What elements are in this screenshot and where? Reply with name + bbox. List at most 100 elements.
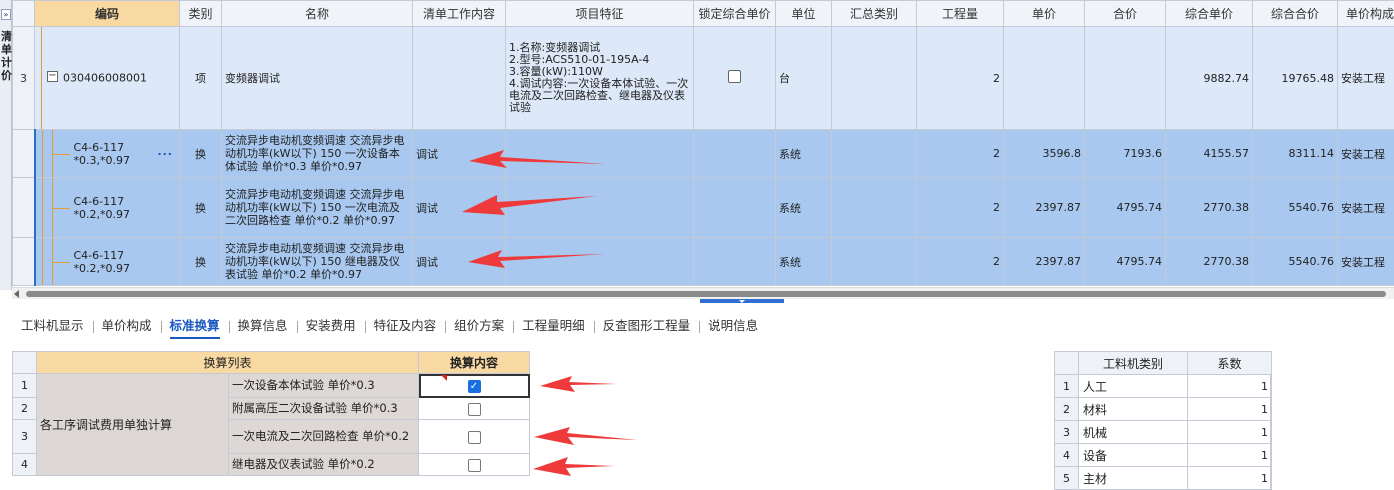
tab-labor-material-display[interactable]: 工料机显示 [12,312,93,340]
unit-price-cell[interactable] [1003,26,1085,130]
summary-category-cell[interactable] [831,26,917,130]
conversion-checkbox-cell[interactable] [418,397,530,420]
name-cell[interactable]: 交流异步电动机变频调速 交流异步电动机功率(kW以下) 150 一次电流及二次回… [221,177,413,238]
header-unit-price[interactable]: 单价 [1003,0,1085,27]
scrollbar-thumb[interactable] [26,291,1386,297]
header-name[interactable]: 名称 [221,0,413,27]
header-category[interactable]: 类别 [179,0,222,27]
tab-pricing-scheme[interactable]: 组价方案 [445,312,513,340]
unit-price-cell[interactable]: 2397.87 [1003,177,1085,238]
unit-cell[interactable]: 系统 [775,129,832,178]
conversion-checkbox[interactable] [467,430,481,444]
table-row[interactable]: C4-6-117 *0.2,*0.97 换 交流异步电动机变频调速 交流异步电动… [12,237,1394,286]
comp-total-price-cell[interactable]: 5540.76 [1252,237,1338,286]
tab-quantity-details[interactable]: 工程量明细 [513,312,594,340]
category-cell[interactable]: 项 [179,26,222,130]
table-row[interactable]: C4-6-117 *0.3,*0.97 ··· 换 交流异步电动机变频调速 交流… [12,129,1394,178]
category-cell[interactable]: 换 [179,177,222,238]
labor-row[interactable]: 5 主材 1 [1054,466,1272,490]
ellipsis-icon[interactable]: ··· [157,147,173,160]
features-cell[interactable] [505,177,694,238]
category-cell[interactable]: 换 [179,237,222,286]
quantity-cell[interactable]: 2 [916,177,1004,238]
coefficient-cell[interactable]: 1 [1187,443,1272,467]
unit-price-cell[interactable]: 2397.87 [1003,237,1085,286]
quantity-cell[interactable]: 2 [916,129,1004,178]
conversion-checkbox-checked[interactable]: ✓ [467,379,481,393]
conversion-checkbox-cell[interactable] [418,419,530,454]
coefficient-cell[interactable]: 1 [1187,374,1272,398]
comp-total-price-cell[interactable]: 5540.76 [1252,177,1338,238]
total-price-cell[interactable]: 4795.74 [1084,177,1166,238]
unit-cell[interactable]: 系统 [775,177,832,238]
comp-unit-price-cell[interactable]: 4155.57 [1165,129,1253,178]
tab-description[interactable]: 说明信息 [699,312,767,340]
name-cell[interactable]: 交流异步电动机变频调速 交流异步电动机功率(kW以下) 150 继电器及仪表试验… [221,237,413,286]
work-content-cell[interactable]: 调试 [412,237,506,286]
unit-cell[interactable]: 系统 [775,237,832,286]
features-cell[interactable]: 1.名称:变频器调试 2.型号:ACS510-01-195A-4 3.容量(kW… [505,26,694,130]
labor-row[interactable]: 4 设备 1 [1054,443,1272,467]
total-price-cell[interactable]: 4795.74 [1084,237,1166,286]
work-content-cell[interactable]: 调试 [412,177,506,238]
unit-price-cell[interactable]: 3596.8 [1003,129,1085,178]
conversion-checkbox[interactable] [467,458,481,472]
features-cell[interactable] [505,237,694,286]
conversion-checkbox-cell[interactable] [418,453,530,476]
price-file-cell[interactable]: 安装工程 [1337,26,1394,130]
tab-install-fees[interactable]: 安装费用 [296,312,365,340]
code-cell[interactable]: C4-6-117 *0.2,*0.97 [33,177,180,238]
total-price-cell[interactable]: 7193.6 [1084,129,1166,178]
header-lock-price[interactable]: 锁定综合单价 [693,0,776,27]
comp-unit-price-cell[interactable]: 9882.74 [1165,26,1253,130]
header-total-price[interactable]: 合价 [1084,0,1166,27]
coefficient-cell[interactable]: 1 [1187,397,1272,421]
tab-standard-conversion[interactable]: 标准换算 [160,312,229,340]
tab-unit-price-composition[interactable]: 单价构成 [92,312,161,340]
conversion-checkbox[interactable] [467,402,481,416]
header-comp-unit-price[interactable]: 综合单价 [1165,0,1253,27]
coefficient-cell[interactable]: 1 [1187,466,1272,490]
header-unit[interactable]: 单位 [775,0,832,27]
quantity-cell[interactable]: 2 [916,237,1004,286]
header-comp-total-price[interactable]: 综合合价 [1252,0,1338,27]
scroll-left-icon[interactable] [14,290,19,298]
collapse-icon[interactable]: − [47,71,58,82]
header-work-content[interactable]: 清单工作内容 [412,0,506,27]
features-cell[interactable] [505,129,694,178]
horizontal-scrollbar[interactable] [12,287,1394,299]
work-content-cell[interactable] [412,26,506,130]
price-file-cell[interactable]: 安装工程 [1337,177,1394,238]
code-cell[interactable]: C4-6-117 *0.2,*0.97 [33,237,180,286]
comp-total-price-cell[interactable]: 19765.48 [1252,26,1338,130]
comp-unit-price-cell[interactable]: 2770.38 [1165,177,1253,238]
expand-panel-button[interactable]: » [1,9,11,20]
summary-category-cell[interactable] [831,129,917,178]
name-cell[interactable]: 变频器调试 [221,26,413,130]
labor-row[interactable]: 2 材料 1 [1054,397,1272,421]
lock-price-cell[interactable] [693,237,776,286]
summary-category-cell[interactable] [831,237,917,286]
header-quantity[interactable]: 工程量 [916,0,1004,27]
code-cell[interactable]: − 030406008001 [34,26,180,130]
table-row[interactable]: C4-6-117 *0.2,*0.97 换 交流异步电动机变频调速 交流异步电动… [12,177,1394,238]
lock-price-checkbox[interactable] [728,70,741,83]
tab-conversion-info[interactable]: 换算信息 [228,312,297,340]
summary-category-cell[interactable] [831,177,917,238]
conversion-row[interactable]: 1 各工序调试费用单独计算 一次设备本体试验 单价*0.3 ✓ [12,373,530,476]
price-file-cell[interactable]: 安装工程 [1337,237,1394,286]
header-code[interactable]: 编码 [34,0,180,27]
lock-price-cell[interactable] [693,26,776,130]
category-cell[interactable]: 换 [179,129,222,178]
comp-total-price-cell[interactable]: 8311.14 [1252,129,1338,178]
total-price-cell[interactable] [1084,26,1166,130]
tab-reverse-lookup-quantity[interactable]: 反查图形工程量 [593,312,700,340]
labor-row[interactable]: 3 机械 1 [1054,420,1272,444]
labor-row[interactable]: 1 人工 1 [1054,374,1272,398]
comp-unit-price-cell[interactable]: 2770.38 [1165,237,1253,286]
name-cell[interactable]: 交流异步电动机变频调速 交流异步电动机功率(kW以下) 150 一次设备本体试验… [221,129,413,178]
table-row-parent[interactable]: 3 − 030406008001 项 变频器调试 1.名称:变频器调试 2.型号… [12,26,1394,130]
coefficient-cell[interactable]: 1 [1187,420,1272,444]
lock-price-cell[interactable] [693,129,776,178]
price-file-cell[interactable]: 安装工程 [1337,129,1394,178]
